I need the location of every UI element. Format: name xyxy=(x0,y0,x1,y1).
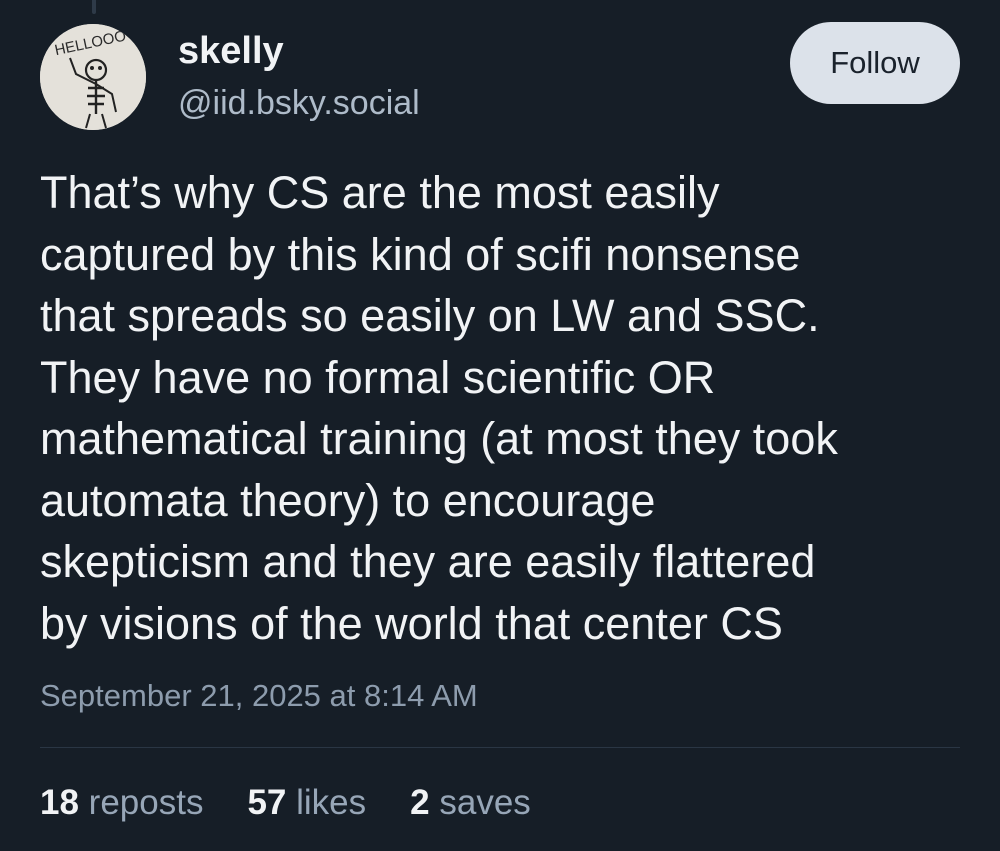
post-header: HELLOOO skelly @iid.bsky.social Follow xyxy=(40,22,960,130)
avatar-drawing: HELLOOO xyxy=(40,24,146,130)
post-text: That’s why CS are the most easily captur… xyxy=(40,167,838,649)
post-timestamp: September 21, 2025 at 8:14 AM xyxy=(40,678,478,713)
reposts-label: reposts xyxy=(88,783,204,822)
author-handle[interactable]: @iid.bsky.social xyxy=(178,82,420,124)
saves-stat[interactable]: 2 saves xyxy=(410,780,531,826)
reposts-count: 18 xyxy=(40,783,79,822)
divider xyxy=(40,747,960,748)
likes-count: 57 xyxy=(247,783,287,822)
post-stats: 18 reposts 57 likes 2 saves xyxy=(40,780,531,826)
avatar[interactable]: HELLOOO xyxy=(40,24,146,130)
likes-label: likes xyxy=(296,783,367,822)
follow-button[interactable]: Follow xyxy=(790,22,960,104)
author-display-name[interactable]: skelly xyxy=(178,28,284,74)
likes-stat[interactable]: 57 likes xyxy=(247,780,366,826)
saves-label: saves xyxy=(439,783,531,822)
reposts-stat[interactable]: 18 reposts xyxy=(40,780,203,826)
thread-connector-line xyxy=(92,0,96,14)
saves-count: 2 xyxy=(410,783,430,822)
